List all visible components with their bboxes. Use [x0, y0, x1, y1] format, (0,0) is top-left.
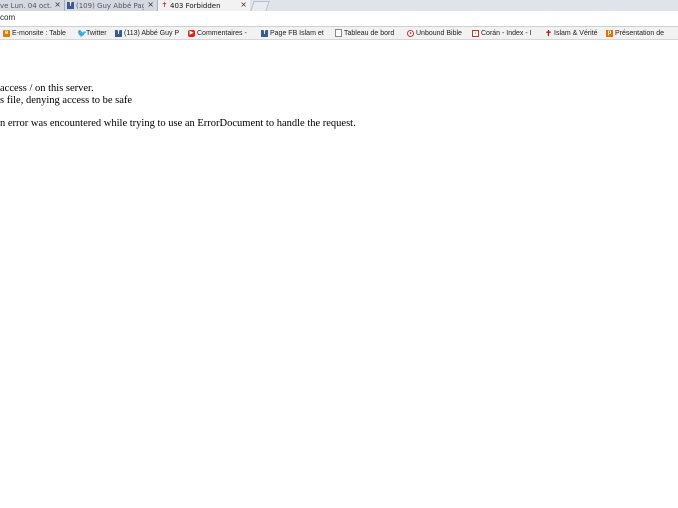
emonsite-icon: e	[3, 29, 10, 37]
bookmark-label: (113) Abbé Guy P	[124, 29, 180, 37]
bookmark-tableau-de-bord[interactable]: Tableau de bord	[335, 28, 399, 38]
error-line-errordocument: n error was encountered while trying to …	[0, 118, 356, 129]
islam-icon: ✝	[545, 28, 552, 38]
tab-1[interactable]: ve Lun. 04 oct. ×	[0, 0, 64, 11]
page-icon	[335, 29, 342, 37]
tab-1-close-icon[interactable]: ×	[54, 0, 61, 10]
url-text[interactable]: com	[0, 13, 15, 22]
bookmark-label: Twitter	[86, 29, 107, 37]
twitter-icon: 🐦	[77, 28, 87, 38]
bookmark-label: Commentaires -	[197, 29, 247, 37]
tab-2[interactable]: f (109) Guy Abbé Page ×	[65, 0, 157, 11]
bookmark-commentaires[interactable]: ▶ Commentaires -	[188, 28, 252, 38]
bookmark-islam-verite[interactable]: ✝ Islam & Vérité	[545, 28, 603, 38]
error-line-access: access / on this server.	[0, 83, 94, 94]
facebook-icon: f	[67, 2, 74, 9]
bookmark-unbound-bible[interactable]: • Unbound Bible	[407, 28, 469, 38]
youtube-icon: ▶	[188, 29, 195, 37]
address-bar[interactable]: com	[0, 11, 678, 27]
bookmark-label: E-monsite : Table	[12, 29, 66, 37]
red-favicon-icon: ✝	[161, 1, 168, 9]
bookmarks-bar: e E-monsite : Table 🐦 Twitter f (113) Ab…	[0, 27, 678, 40]
facebook-icon: f	[261, 29, 268, 37]
facebook-icon: f	[115, 29, 122, 37]
bookmark-coran-index[interactable]: · Corán - Index - I	[472, 28, 538, 38]
bookmark-label: Page FB Islam et	[270, 29, 324, 37]
bookmark-label: Unbound Bible	[416, 29, 462, 37]
tab-1-label: ve Lun. 04 oct.	[0, 1, 53, 10]
bookmark-label: Islam & Vérité	[554, 29, 598, 37]
bookmark-label: Présentation de	[615, 29, 665, 37]
tab-2-close-icon[interactable]: ×	[147, 0, 154, 10]
error-line-file: s file, denying access to be safe	[0, 95, 133, 106]
bookmark-emonsite[interactable]: e E-monsite : Table	[3, 28, 69, 38]
tab-3-label: 403 Forbidden	[170, 1, 221, 10]
unbound-bible-icon: •	[407, 29, 414, 37]
tab-strip: ve Lun. 04 oct. × f (109) Guy Abbé Page …	[0, 0, 678, 11]
tab-3-active[interactable]: ✝ 403 Forbidden ×	[158, 0, 250, 11]
bookmark-twitter[interactable]: 🐦 Twitter	[77, 28, 113, 38]
tab-2-label: (109) Guy Abbé Page	[76, 1, 144, 10]
presentation-icon: p	[606, 29, 613, 37]
bookmark-label: Corán - Index - I	[481, 29, 532, 37]
new-tab-button[interactable]	[250, 1, 270, 11]
tab-3-close-icon[interactable]: ×	[240, 0, 247, 10]
bookmark-label: Tableau de bord	[344, 29, 395, 37]
coran-icon: ·	[472, 29, 479, 37]
bookmark-page-fb-islam[interactable]: f Page FB Islam et	[261, 28, 327, 38]
bookmark-abbe-guy[interactable]: f (113) Abbé Guy P	[115, 28, 180, 38]
bookmark-presentation[interactable]: p Présentation de	[606, 28, 676, 38]
